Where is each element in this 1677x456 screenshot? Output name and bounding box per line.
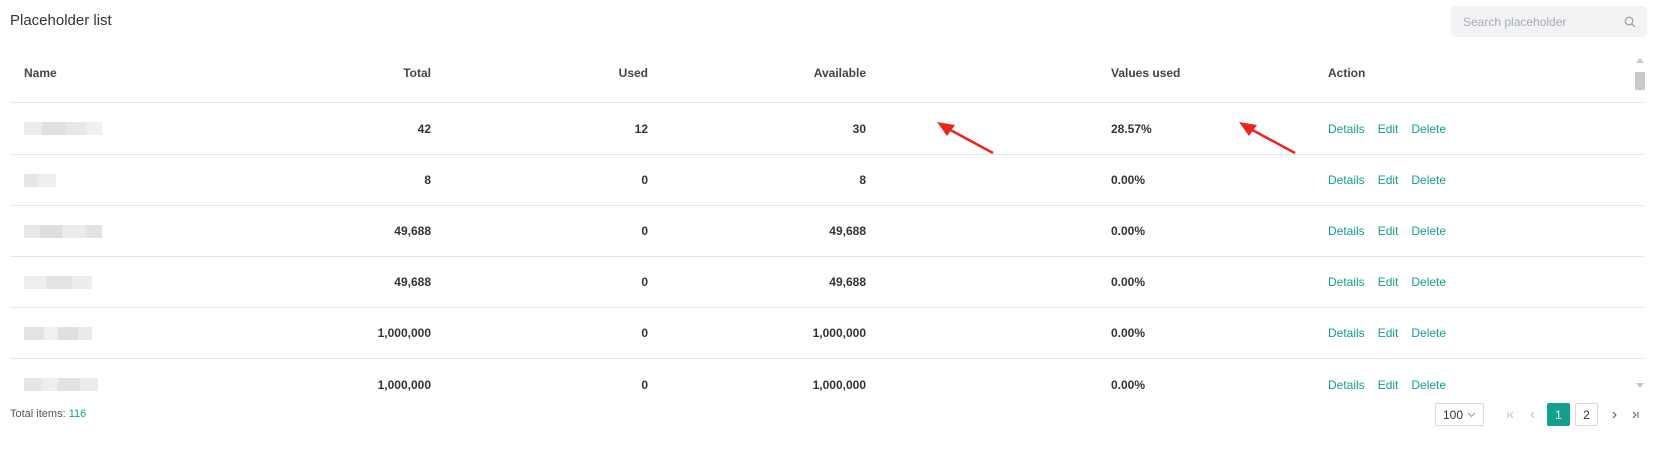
page-1-button[interactable]: 1 [1547,403,1570,426]
row-actions: Details Edit Delete [1328,103,1459,154]
page-size-select[interactable]: 100 [1435,403,1484,426]
details-link[interactable]: Details [1328,326,1365,340]
annotation-arrow-icon [937,122,994,155]
scroll-thumb[interactable] [1635,72,1645,90]
edit-link[interactable]: Edit [1378,378,1399,392]
edit-link[interactable]: Edit [1378,275,1399,289]
values-used-value: 0.00% [1111,326,1146,340]
total-value: 8 [424,173,431,187]
redacted-name [24,308,92,358]
used-value: 0 [641,377,648,392]
scroll-up-icon[interactable] [1636,58,1644,63]
details-link[interactable]: Details [1328,122,1365,136]
total-value: 1,000,000 [377,326,431,340]
redacted-name [24,155,56,205]
redacted-name [24,206,102,256]
delete-link[interactable]: Delete [1411,378,1446,392]
last-page-icon[interactable] [1628,403,1642,426]
total-items: Total items: 116 [10,408,86,420]
edit-link[interactable]: Edit [1378,173,1399,187]
table-row: 8 0 8 0.00% Details Edit Delete [10,155,1644,206]
next-page-icon[interactable] [1607,403,1621,426]
table-row: 1,000,000 0 1,000,000 0.00% Details Edit… [10,359,1644,394]
table-row: 49,688 0 49,688 0.00% Details Edit Delet… [10,206,1644,257]
column-header-values-used: Values used [1111,66,1181,80]
edit-link[interactable]: Edit [1378,224,1399,238]
row-actions: Details Edit Delete [1328,257,1459,307]
search-input[interactable] [1463,14,1623,29]
redacted-name [24,257,92,307]
edit-link[interactable]: Edit [1378,326,1399,340]
table-row: 42 12 30 28.57% Details Edit Delete [10,103,1644,155]
available-value: 1,000,000 [812,326,866,340]
column-header-action: Action [1328,66,1366,80]
total-value: 1,000,000 [377,377,431,392]
row-actions: Details Edit Delete [1328,308,1459,358]
used-value: 0 [641,224,648,238]
details-link[interactable]: Details [1328,224,1365,238]
used-value: 0 [641,173,648,187]
details-link[interactable]: Details [1328,173,1365,187]
table-row: 1,000,000 0 1,000,000 0.00% Details Edit… [10,308,1644,359]
details-link[interactable]: Details [1328,275,1365,289]
delete-link[interactable]: Delete [1411,224,1446,238]
page-size-value: 100 [1443,407,1464,422]
delete-link[interactable]: Delete [1411,173,1446,187]
placeholder-table: Name Total Used Available Values used Ac… [10,44,1644,394]
used-value: 0 [641,275,648,289]
annotation-arrow-icon [1239,122,1296,155]
total-items-count: 116 [68,408,87,420]
page-2-button[interactable]: 2 [1575,403,1598,426]
available-value: 30 [852,121,866,136]
total-value: 49,688 [394,224,431,238]
redacted-name [24,359,98,394]
column-header-name: Name [24,66,57,80]
used-value: 12 [634,121,648,136]
total-items-label: Total items: [10,408,66,420]
values-used-value: 0.00% [1111,173,1146,187]
details-link[interactable]: Details [1328,378,1365,392]
column-header-used: Used [618,66,648,80]
available-value: 1,000,000 [812,377,866,392]
delete-link[interactable]: Delete [1411,275,1446,289]
available-value: 49,688 [829,224,866,238]
scroll-down-icon[interactable] [1636,383,1644,388]
values-used-value: 28.57% [1111,121,1152,136]
chevron-down-icon [1467,412,1476,418]
row-actions: Details Edit Delete [1328,206,1459,256]
values-used-value: 0.00% [1111,224,1146,238]
page-title: Placeholder list [10,12,112,29]
search-icon[interactable] [1623,15,1637,29]
column-header-total: Total [403,66,431,80]
delete-link[interactable]: Delete [1411,122,1446,136]
row-actions: Details Edit Delete [1328,359,1459,394]
prev-page-icon[interactable] [1526,403,1540,426]
table-row: 49,688 0 49,688 0.00% Details Edit Delet… [10,257,1644,308]
available-value: 49,688 [829,275,866,289]
available-value: 8 [859,173,866,187]
table-header: Name Total Used Available Values used Ac… [10,44,1644,103]
total-value: 42 [417,121,431,136]
values-used-value: 0.00% [1111,377,1146,392]
column-header-available: Available [813,66,866,80]
edit-link[interactable]: Edit [1378,122,1399,136]
used-value: 0 [641,326,648,340]
row-actions: Details Edit Delete [1328,155,1459,205]
redacted-name [24,103,102,154]
total-value: 49,688 [394,275,431,289]
first-page-icon[interactable] [1504,403,1518,426]
search-box[interactable] [1451,6,1647,37]
vertical-scrollbar[interactable] [1633,58,1647,388]
values-used-value: 0.00% [1111,275,1146,289]
delete-link[interactable]: Delete [1411,326,1446,340]
